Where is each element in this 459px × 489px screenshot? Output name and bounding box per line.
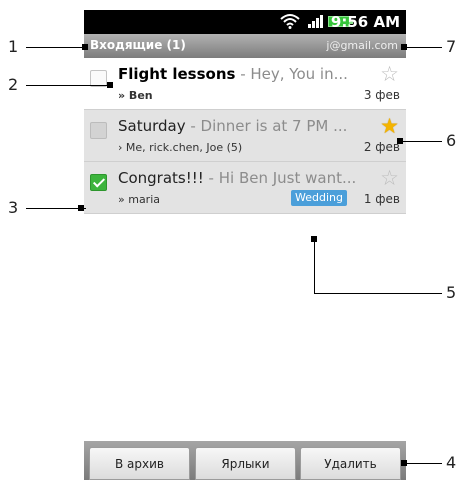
- message-sender: › Me, rick.chen, Joe (5): [118, 141, 243, 154]
- message-date: 1 фев: [363, 192, 400, 206]
- leader-dot-3: [78, 205, 84, 211]
- message-subject: Saturday: [118, 117, 186, 135]
- inbox-header: Входящие (1) j@gmail.com: [84, 34, 406, 58]
- message-line: Congrats!!! - Hi Ben Just want...: [118, 169, 368, 187]
- leader-dot-5: [311, 236, 317, 242]
- leader-line-1: [26, 47, 86, 48]
- leader-line-3: [26, 208, 86, 209]
- message-date: 3 фев: [363, 88, 400, 102]
- leader-line-5b: [314, 293, 442, 294]
- callout-5: 5: [446, 283, 457, 302]
- delete-button[interactable]: Удалить: [300, 447, 401, 480]
- message-row[interactable]: Congrats!!! - Hi Ben Just want... » mari…: [84, 162, 406, 214]
- account-email: j@gmail.com: [326, 39, 398, 52]
- message-subject: Flight lessons: [118, 65, 236, 83]
- callout-7: 7: [446, 37, 457, 56]
- callout-2: 2: [8, 75, 19, 94]
- inbox-title[interactable]: Входящие (1): [90, 38, 186, 52]
- callout-6: 6: [446, 131, 457, 150]
- message-list: Flight lessons - Hey, You in... » Ben 3 …: [84, 58, 406, 214]
- action-bar: В архив Ярлыки Удалить: [84, 441, 406, 480]
- archive-button[interactable]: В архив: [89, 447, 190, 480]
- wifi-icon: [280, 14, 300, 29]
- leader-dot-2: [107, 82, 113, 88]
- labels-button[interactable]: Ярлыки: [195, 447, 296, 480]
- message-preview: - Hey, You in...: [235, 65, 348, 83]
- callout-3: 3: [8, 198, 19, 217]
- message-preview: - Dinner is at 7 PM ...: [185, 117, 348, 135]
- leader-line-5a: [314, 238, 315, 294]
- star-icon[interactable]: ☆: [380, 168, 399, 189]
- label-badge: Wedding: [291, 190, 347, 206]
- message-sender: » Ben: [118, 89, 153, 102]
- message-sender: » maria: [118, 193, 161, 206]
- checkbox-icon[interactable]: [90, 174, 107, 191]
- message-date: 2 фев: [363, 140, 400, 154]
- signal-icon: [308, 15, 323, 28]
- message-line: Saturday - Dinner is at 7 PM ...: [118, 117, 368, 135]
- star-icon[interactable]: ★: [380, 116, 399, 137]
- message-row[interactable]: Saturday - Dinner is at 7 PM ... › Me, r…: [84, 110, 406, 162]
- leader-dot-6: [397, 138, 403, 144]
- leader-dot-7: [401, 44, 407, 50]
- leader-line-2: [26, 85, 110, 86]
- message-subject: Congrats!!!: [118, 169, 204, 187]
- callout-4: 4: [446, 453, 457, 472]
- message-row[interactable]: Flight lessons - Hey, You in... » Ben 3 …: [84, 58, 406, 110]
- checkbox-icon[interactable]: [90, 122, 107, 139]
- leader-line-7: [404, 47, 442, 48]
- message-preview: - Hi Ben Just want...: [203, 169, 357, 187]
- phone-screen: 9:56 AM Входящие (1) j@gmail.com Flight …: [84, 10, 406, 480]
- callout-1: 1: [8, 37, 19, 56]
- leader-line-4: [404, 463, 442, 464]
- status-bar: 9:56 AM: [84, 10, 406, 34]
- status-time: 9:56 AM: [330, 13, 400, 31]
- leader-dot-1: [82, 44, 88, 50]
- star-icon[interactable]: ☆: [380, 64, 399, 85]
- message-line: Flight lessons - Hey, You in...: [118, 65, 368, 83]
- leader-line-6: [400, 141, 442, 142]
- leader-dot-4: [401, 460, 407, 466]
